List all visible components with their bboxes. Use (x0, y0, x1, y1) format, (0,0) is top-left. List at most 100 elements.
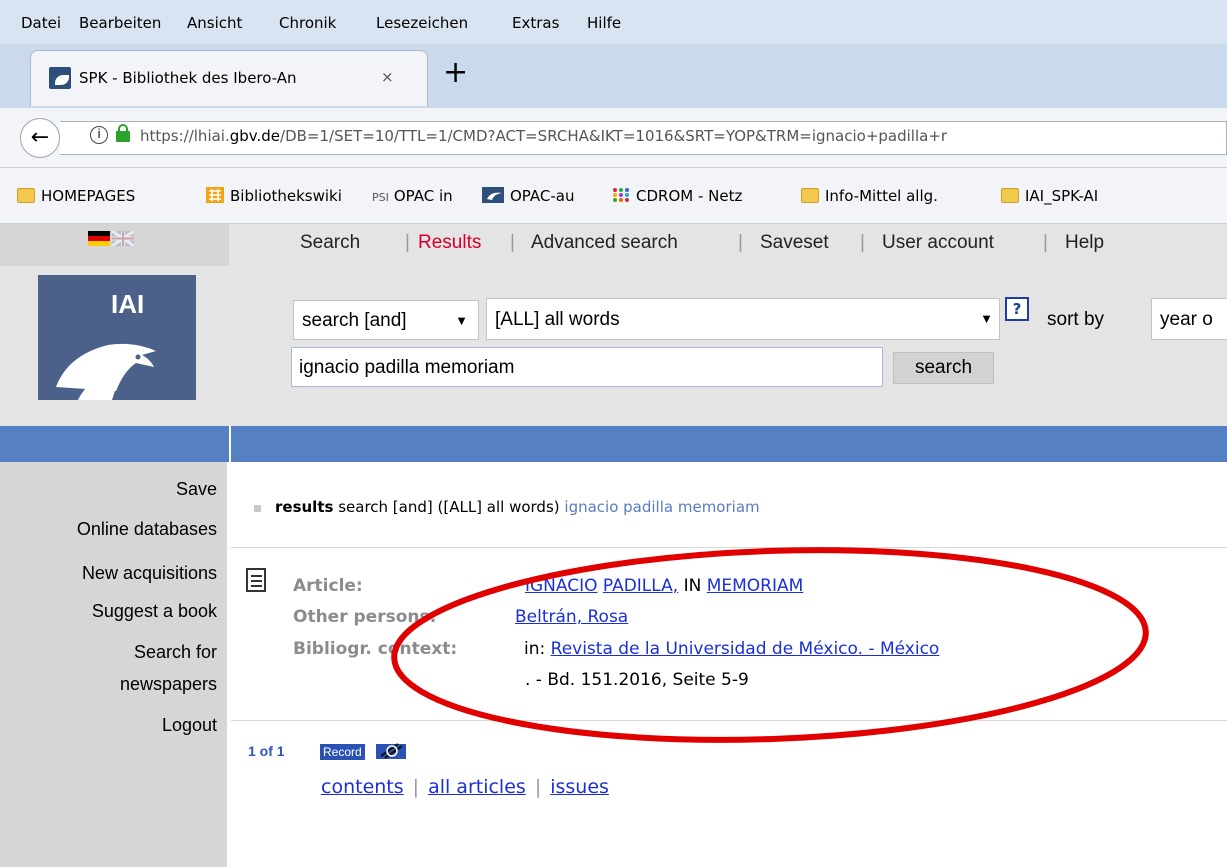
nav-user-account[interactable]: User account (882, 232, 994, 254)
url-path: /DB=1/SET=10/TTL=1/CMD?ACT=SRCHA&IKT=101… (280, 127, 948, 145)
bookmark-label: Info-Mittel allg. (825, 187, 938, 205)
record-links: contents | all articles | issues (321, 776, 609, 798)
menu-ansicht[interactable]: Ansicht (187, 14, 242, 32)
title-in: IN (683, 576, 702, 596)
english-flag-icon[interactable] (112, 231, 134, 246)
record-badge[interactable]: Record (320, 742, 416, 760)
nav-search[interactable]: Search (300, 232, 360, 254)
menu-bearbeiten[interactable]: Bearbeiten (79, 14, 161, 32)
bookmark-label: CDROM - Netz (636, 187, 743, 205)
folder-icon (17, 188, 35, 203)
bookmark-opac-in[interactable]: PSI OPAC in (372, 187, 453, 205)
sidebar-item-newspapers[interactable]: newspapers (120, 674, 217, 695)
journal-link[interactable]: Revista de la Universidad de México. - M… (551, 639, 940, 659)
menu-chronik[interactable]: Chronik (279, 14, 336, 32)
title-link-ignacio[interactable]: IGNACIO (525, 576, 598, 596)
bookmark-label: OPAC in (393, 187, 453, 205)
other-persons-value: Beltrán, Rosa (515, 607, 628, 627)
operator-value: search [and] (302, 310, 407, 331)
nav-help[interactable]: Help (1065, 232, 1104, 254)
results-content (231, 462, 1227, 867)
bookmark-label: Bibliothekswiki (230, 187, 342, 205)
site-favicon-icon (49, 67, 71, 89)
url-prefix: https://lhiai. (140, 127, 230, 145)
all-articles-link[interactable]: all articles (428, 776, 526, 798)
results-heading-bold: results (275, 498, 334, 516)
new-tab-button[interactable]: + (443, 58, 468, 88)
results-heading-text: search [and] ([ALL] all words) (338, 498, 560, 516)
bookmark-opac-au[interactable]: OPAC-au (482, 187, 574, 205)
bookmark-info-mittel[interactable]: Info-Mittel allg. (801, 187, 938, 205)
sidebar: Save Online databases New acquisitions S… (0, 462, 229, 867)
title-link-padilla[interactable]: PADILLA, (603, 576, 678, 596)
nav-advanced-search[interactable]: Advanced search (531, 232, 678, 254)
pager-separator: | (534, 776, 542, 798)
menu-hilfe[interactable]: Hilfe (587, 14, 621, 32)
context-prefix: in: (524, 639, 546, 659)
person-link[interactable]: Beltrán, Rosa (515, 607, 628, 627)
bookmark-iai-spk[interactable]: IAI_SPK-AI (1001, 187, 1098, 205)
iai-logo[interactable]: IAI (38, 275, 196, 400)
back-button[interactable]: ← (20, 118, 60, 158)
dots-icon (613, 188, 629, 202)
menu-extras[interactable]: Extras (512, 14, 559, 32)
browser-tab[interactable]: SPK - Bibliothek des Ibero-An × (30, 50, 428, 106)
sidebar-item-suggest-a-book[interactable]: Suggest a book (92, 601, 217, 622)
url-text[interactable]: https://lhiai.gbv.de/DB=1/SET=10/TTL=1/C… (140, 127, 947, 145)
document-icon (246, 568, 266, 592)
contents-link[interactable]: contents (321, 776, 404, 798)
issues-link[interactable]: issues (550, 776, 609, 798)
sidebar-item-save[interactable]: Save (176, 479, 217, 500)
search-input[interactable]: ignacio padilla memoriam (291, 347, 883, 387)
divider (231, 547, 1227, 548)
nav-separator: | (510, 232, 515, 253)
tab-title: SPK - Bibliothek des Ibero-An (79, 69, 297, 87)
results-heading: results search [and] ([ALL] all words) i… (275, 498, 760, 516)
sort-label: sort by (1047, 309, 1105, 330)
menu-lesezeichen[interactable]: Lesezeichen (376, 14, 468, 32)
logo-text: IAI (111, 289, 145, 319)
chevron-down-icon: ▼ (980, 311, 993, 326)
sidebar-item-online-databases[interactable]: Online databases (77, 519, 217, 540)
nav-results[interactable]: Results (418, 232, 481, 254)
iai-icon (482, 187, 504, 203)
psi-icon: PSI (372, 191, 389, 204)
search-panel (229, 266, 1227, 426)
bookmarks-bar: HOMEPAGES Bibliothekswiki PSI OPAC in OPA… (0, 168, 1227, 224)
help-button[interactable]: ? (1005, 297, 1029, 321)
blue-bar-left (0, 426, 229, 462)
tab-strip: SPK - Bibliothek des Ibero-An × (0, 44, 1227, 108)
bookmark-cdrom-netz[interactable]: CDROM - Netz (612, 187, 742, 205)
nav-separator: | (860, 232, 865, 253)
site-info-icon[interactable]: i (90, 126, 108, 144)
sidebar-item-search-for[interactable]: Search for (134, 642, 217, 663)
sort-select[interactable]: year o (1151, 298, 1227, 340)
field-value: [ALL] all words (495, 309, 620, 330)
nav-separator: | (738, 232, 743, 253)
folder-icon (1001, 188, 1019, 203)
record-badge-label: Record (320, 744, 365, 760)
article-label: Article: (293, 576, 363, 596)
german-flag-icon[interactable] (88, 231, 110, 246)
menu-bar: Datei Bearbeiten Ansicht Chronik Lesezei… (0, 0, 1227, 44)
title-link-memoriam[interactable]: MEMORIAM (707, 576, 804, 596)
sidebar-item-new-acquisitions[interactable]: New acquisitions (82, 563, 217, 584)
close-tab-icon[interactable]: × (381, 68, 394, 86)
field-select[interactable]: [ALL] all words ▼ (486, 298, 1000, 340)
search-button[interactable]: search (893, 352, 994, 384)
nav-separator: | (1043, 232, 1048, 253)
bookmark-bibliothekswiki[interactable]: Bibliothekswiki (206, 187, 342, 205)
hide-icon (376, 743, 406, 759)
nav-separator: | (405, 232, 410, 253)
bookmark-label: IAI_SPK-AI (1025, 187, 1099, 205)
folder-icon (801, 188, 819, 203)
chevron-down-icon: ▼ (455, 313, 468, 328)
nav-saveset[interactable]: Saveset (760, 232, 829, 254)
bookmark-homepages[interactable]: HOMEPAGES (17, 187, 135, 205)
menu-datei[interactable]: Datei (21, 14, 61, 32)
sidebar-item-logout[interactable]: Logout (162, 715, 217, 736)
results-heading-query: ignacio padilla memoriam (564, 498, 760, 516)
url-domain: gbv.de (229, 127, 281, 145)
operator-select[interactable]: search [and] ▼ (293, 300, 479, 340)
bookmark-label: HOMEPAGES (41, 187, 136, 205)
